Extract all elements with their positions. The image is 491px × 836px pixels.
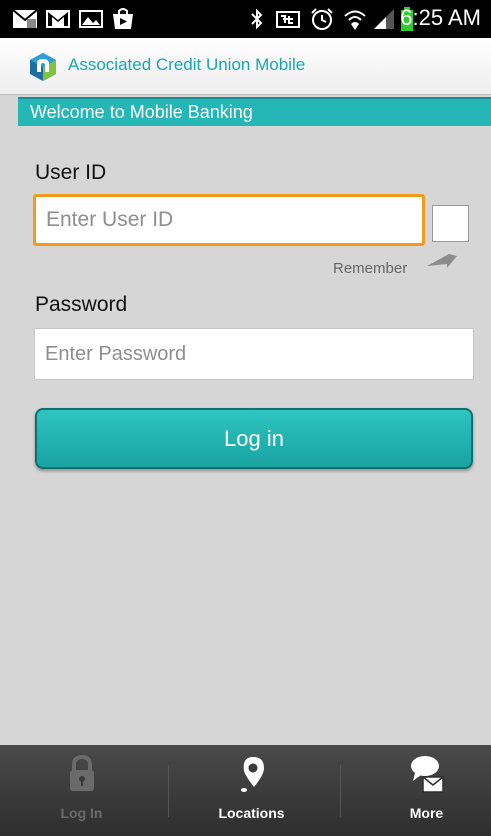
gmail-icon bbox=[46, 10, 70, 28]
email-icon bbox=[12, 9, 38, 28]
signal-icon bbox=[374, 9, 394, 29]
play-store-icon bbox=[113, 8, 133, 29]
gallery-icon bbox=[79, 10, 103, 28]
lock-icon bbox=[69, 755, 94, 791]
app-header: Associated Credit Union Mobile bbox=[0, 38, 491, 95]
status-bar: 6:25 AM bbox=[0, 0, 491, 38]
bluetooth-icon bbox=[251, 8, 263, 30]
nav-divider bbox=[168, 765, 169, 817]
welcome-banner: Welcome to Mobile Banking bbox=[18, 97, 491, 126]
wifi-icon bbox=[344, 10, 366, 30]
nav-label-locations: Locations bbox=[218, 805, 285, 821]
nfc-icon bbox=[276, 11, 300, 28]
login-button-label: Log in bbox=[224, 426, 284, 451]
nav-divider bbox=[340, 765, 341, 817]
password-input[interactable] bbox=[34, 328, 474, 380]
user-id-label: User ID bbox=[35, 161, 107, 184]
nav-item-locations[interactable]: Locations bbox=[170, 745, 333, 836]
app-title: Associated Credit Union Mobile bbox=[68, 55, 306, 74]
remember-checkbox[interactable] bbox=[432, 205, 469, 242]
nav-item-more[interactable]: More bbox=[345, 745, 491, 836]
credit-union-logo-icon bbox=[30, 53, 56, 81]
curved-arrow-icon bbox=[427, 254, 457, 268]
login-button[interactable]: Log in bbox=[35, 408, 473, 469]
remember-label: Remember bbox=[333, 260, 408, 277]
nav-label-more: More bbox=[409, 805, 444, 821]
nav-label-login: Log In bbox=[60, 805, 103, 821]
alarm-icon bbox=[311, 8, 333, 30]
map-pin-icon bbox=[240, 757, 264, 792]
bottom-nav: Log In Locations More bbox=[0, 745, 491, 836]
status-time: 6:25 AM bbox=[400, 5, 481, 30]
welcome-text: Welcome to Mobile Banking bbox=[30, 102, 253, 122]
nav-item-login[interactable]: Log In bbox=[0, 745, 163, 836]
password-label: Password bbox=[35, 293, 128, 316]
chat-mail-icon bbox=[410, 756, 444, 793]
user-id-input[interactable] bbox=[33, 194, 425, 246]
